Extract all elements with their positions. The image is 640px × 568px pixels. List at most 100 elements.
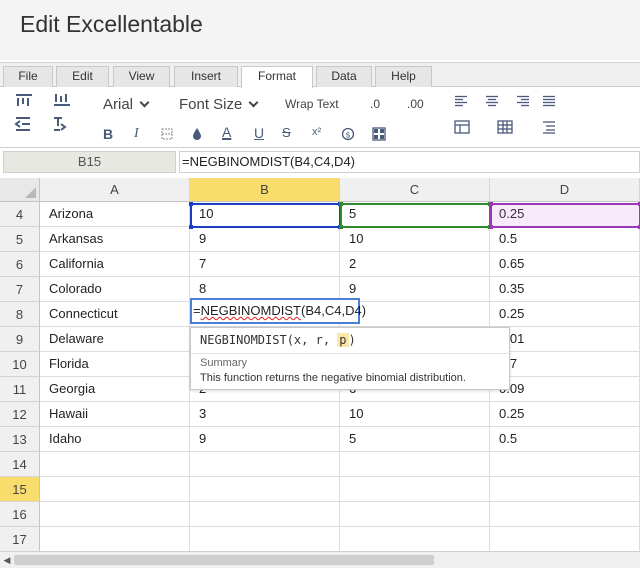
cell-a9[interactable]: Delaware <box>40 327 190 352</box>
row-header[interactable]: 13 <box>0 427 40 452</box>
cell-b6[interactable]: 7 <box>190 252 340 277</box>
cell-a5[interactable]: Arkansas <box>40 227 190 252</box>
align-left-icon[interactable] <box>453 95 469 110</box>
row-header[interactable]: 15 <box>0 477 40 502</box>
cell-d15[interactable] <box>490 477 640 502</box>
cell-d6[interactable]: 0.65 <box>490 252 640 277</box>
cell-d7[interactable]: 0.35 <box>490 277 640 302</box>
cell-c7[interactable]: 9 <box>340 277 490 302</box>
align-top-icon[interactable] <box>14 93 34 110</box>
cell-b17[interactable] <box>190 527 340 552</box>
font-name-select[interactable]: Arial <box>103 96 150 113</box>
row-header[interactable]: 11 <box>0 377 40 402</box>
cell-editor[interactable]: =NEGBINOMDIST(B4,C4,D4) <box>190 298 366 324</box>
cell-c6[interactable]: 2 <box>340 252 490 277</box>
row-header[interactable]: 8 <box>0 302 40 327</box>
select-all-corner[interactable] <box>0 178 40 202</box>
column-header-d[interactable]: D <box>490 178 640 202</box>
row-header[interactable]: 14 <box>0 452 40 477</box>
cell-a12[interactable]: Hawaii <box>40 402 190 427</box>
font-color-button[interactable]: A <box>222 124 231 140</box>
cell-d5[interactable]: 0.5 <box>490 227 640 252</box>
cell-c14[interactable] <box>340 452 490 477</box>
superscript-button[interactable]: x² <box>312 126 321 138</box>
grid-icon[interactable] <box>496 120 514 137</box>
tab-help[interactable]: Help <box>375 66 432 87</box>
italic-button[interactable]: I <box>134 126 139 142</box>
cell-b16[interactable] <box>190 502 340 527</box>
cell-a17[interactable] <box>40 527 190 552</box>
cell-a8[interactable]: Connecticut <box>40 302 190 327</box>
row-header[interactable]: 12 <box>0 402 40 427</box>
table-icon[interactable] <box>453 120 471 137</box>
align-bottom-icon[interactable] <box>52 93 72 110</box>
cell-d16[interactable] <box>490 502 640 527</box>
justify-icon[interactable] <box>541 95 557 110</box>
increase-decimal-button[interactable]: .00 <box>407 97 424 111</box>
cell-c5[interactable]: 10 <box>340 227 490 252</box>
cell-d11[interactable]: 0.09 <box>490 377 640 402</box>
tab-file[interactable]: File <box>3 66 53 87</box>
cell-b5[interactable]: 9 <box>190 227 340 252</box>
wrap-lines-icon[interactable] <box>541 120 557 137</box>
scroll-left-icon[interactable]: ◀ <box>0 552 14 568</box>
cell-a11[interactable]: Georgia <box>40 377 190 402</box>
cell-d17[interactable] <box>490 527 640 552</box>
currency-icon[interactable]: $ <box>340 127 356 144</box>
row-header[interactable]: 17 <box>0 527 40 552</box>
column-header-c[interactable]: C <box>340 178 490 202</box>
cell-c13[interactable]: 5 <box>340 427 490 452</box>
cell-b13[interactable]: 9 <box>190 427 340 452</box>
cell-a16[interactable] <box>40 502 190 527</box>
fill-color-icon[interactable] <box>190 127 204 144</box>
row-header[interactable]: 10 <box>0 352 40 377</box>
cell-a4[interactable]: Arizona <box>40 202 190 227</box>
cell-d4[interactable]: 0.25 <box>490 202 640 227</box>
cell-d8[interactable]: 0.25 <box>490 302 640 327</box>
cell-c17[interactable] <box>340 527 490 552</box>
cell-c15[interactable] <box>340 477 490 502</box>
horizontal-scrollbar[interactable]: ◀ <box>0 551 640 568</box>
cell-d13[interactable]: 0.5 <box>490 427 640 452</box>
decrease-decimal-button[interactable]: .0 <box>370 97 380 111</box>
tab-format[interactable]: Format <box>241 66 313 88</box>
indent-increase-icon[interactable] <box>52 116 72 135</box>
cell-c4[interactable]: 5 <box>340 202 490 227</box>
tab-insert[interactable]: Insert <box>174 66 238 87</box>
row-header[interactable]: 9 <box>0 327 40 352</box>
cell-a10[interactable]: Florida <box>40 352 190 377</box>
name-box[interactable]: B15 <box>3 151 176 173</box>
align-right-icon[interactable] <box>515 95 531 110</box>
formula-input[interactable]: =NEGBINOMDIST(B4,C4,D4) <box>179 151 640 173</box>
cell-a13[interactable]: Idaho <box>40 427 190 452</box>
tab-edit[interactable]: Edit <box>56 66 109 87</box>
cell-b12[interactable]: 3 <box>190 402 340 427</box>
merge-cells-icon[interactable] <box>371 127 387 144</box>
align-center-icon[interactable] <box>484 95 500 110</box>
row-header[interactable]: 7 <box>0 277 40 302</box>
indent-decrease-icon[interactable] <box>14 116 34 135</box>
bold-button[interactable]: B <box>103 126 113 142</box>
row-header[interactable]: 16 <box>0 502 40 527</box>
font-size-select[interactable]: Font Size <box>179 96 259 113</box>
cell-a14[interactable] <box>40 452 190 477</box>
cell-c16[interactable] <box>340 502 490 527</box>
cell-d9[interactable]: 0.01 <box>490 327 640 352</box>
underline-button[interactable]: U <box>254 125 264 141</box>
cell-a15[interactable] <box>40 477 190 502</box>
tab-view[interactable]: View <box>113 66 170 87</box>
cell-d10[interactable]: 0.7 <box>490 352 640 377</box>
column-header-a[interactable]: A <box>40 178 190 202</box>
row-header[interactable]: 6 <box>0 252 40 277</box>
strikethrough-button[interactable]: S <box>282 125 291 140</box>
tab-data[interactable]: Data <box>316 66 372 87</box>
cell-c12[interactable]: 10 <box>340 402 490 427</box>
row-header[interactable]: 5 <box>0 227 40 252</box>
row-header[interactable]: 4 <box>0 202 40 227</box>
border-style-icon[interactable] <box>160 128 174 143</box>
column-header-b[interactable]: B <box>190 178 340 202</box>
cell-d12[interactable]: 0.25 <box>490 402 640 427</box>
cell-b15[interactable] <box>190 477 340 502</box>
scrollbar-thumb[interactable] <box>14 555 434 565</box>
wrap-text-button[interactable]: Wrap Text <box>285 97 339 111</box>
